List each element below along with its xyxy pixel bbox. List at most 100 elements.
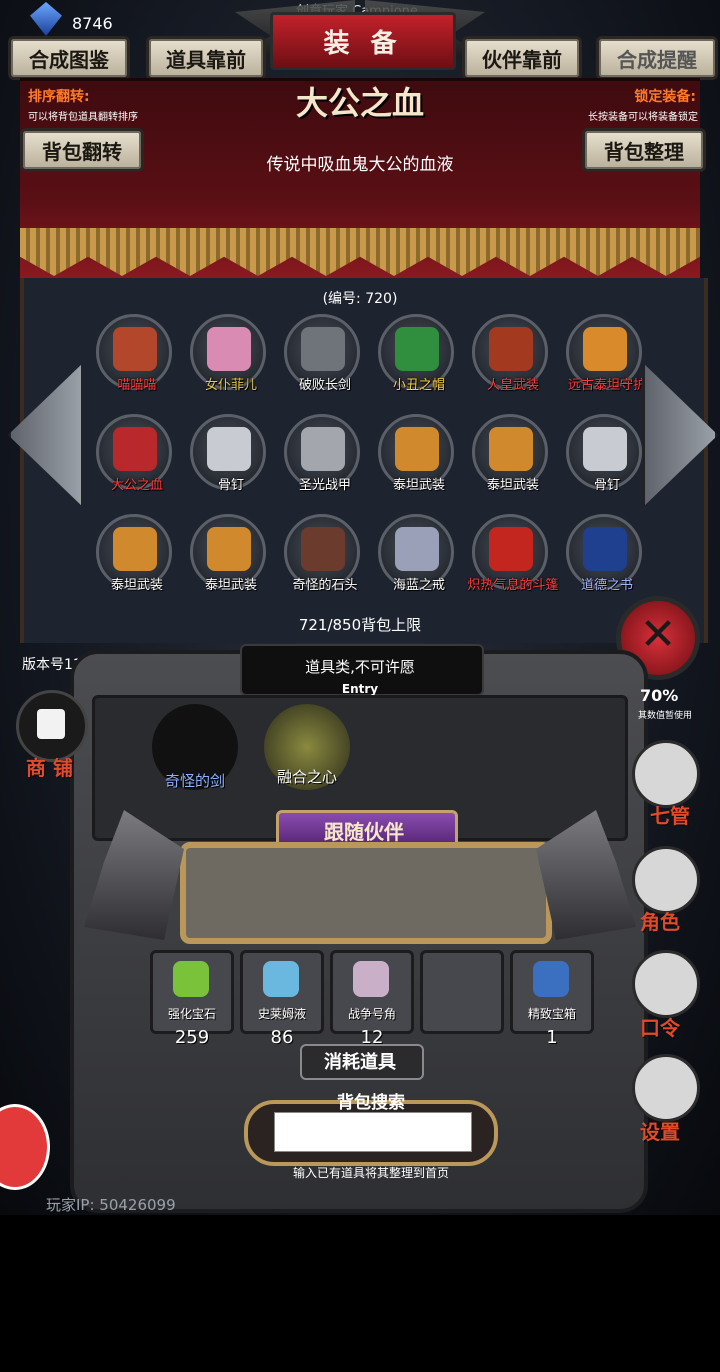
consumable-slot[interactable]: 强化宝石 259	[150, 950, 234, 1048]
inventory-item[interactable]: 泰坦武装	[472, 414, 548, 493]
consumable-slot[interactable]: 精致宝箱 1	[510, 950, 594, 1048]
tab-items-first[interactable]: 道具靠前	[146, 36, 266, 80]
item-art	[207, 327, 251, 371]
consumable-label: 史莱姆液	[257, 1007, 306, 1021]
item-art	[489, 427, 533, 471]
gem-count: 8746	[72, 14, 113, 33]
shop-icon	[37, 709, 65, 739]
item-art	[113, 527, 157, 571]
bag-capacity: 721/850背包上限	[298, 616, 422, 634]
inventory-item[interactable]: 大公之血	[96, 414, 172, 493]
item-label: 泰坦武装	[486, 478, 539, 493]
consumable-art	[353, 961, 389, 997]
inventory-item[interactable]: 女仆菲儿	[190, 314, 266, 393]
book-icon[interactable]	[632, 950, 700, 1018]
item-art	[207, 427, 251, 471]
item-art	[395, 427, 439, 471]
item-label: 喵喵喵	[117, 378, 157, 393]
percent-value: 70%	[640, 686, 679, 705]
inventory-item[interactable]: 骨钉	[190, 414, 266, 493]
consumable-label: 精致宝箱	[527, 1007, 576, 1021]
tab-partners-first[interactable]: 伙伴靠前	[462, 36, 582, 80]
consumable-art	[173, 961, 209, 997]
item-label: 奇怪的石头	[292, 578, 358, 593]
item-label: 人皇武装	[486, 378, 539, 393]
item-art	[583, 427, 627, 471]
item-art	[301, 527, 345, 571]
item-art	[301, 427, 345, 471]
item-art	[207, 527, 251, 571]
inventory-item[interactable]: 奇怪的石头	[284, 514, 360, 593]
item-label: 圣光战甲	[298, 478, 351, 493]
item-name: 大公之血	[295, 84, 424, 122]
inventory-item[interactable]: 小丑之帽	[378, 314, 454, 393]
consumable-art	[533, 961, 569, 997]
percent-hint: 其数值暂使用	[638, 711, 693, 721]
item-code: (编号: 720)	[322, 291, 398, 307]
item-label: 破败长剑	[298, 378, 351, 393]
item-label: 道德之书	[580, 578, 633, 593]
category-sub: Entry	[341, 682, 379, 696]
settings-icon[interactable]	[632, 1054, 700, 1122]
gem-icon	[30, 2, 62, 36]
profile-avatar-button[interactable]	[0, 1104, 50, 1190]
search-hint: 输入已有道具将其整理到首页	[292, 1166, 449, 1180]
inventory-item[interactable]: 道德之书	[566, 514, 642, 593]
special-item-1-label: 融合之心	[276, 768, 337, 786]
inventory-item[interactable]: 骨钉	[566, 414, 642, 493]
partner-slot[interactable]	[180, 842, 552, 944]
inventory-item[interactable]: 泰坦武装	[96, 514, 172, 593]
item-art	[395, 527, 439, 571]
inventory-item[interactable]: 远古泰坦守护	[566, 314, 646, 393]
shop-label[interactable]: 商 铺	[26, 752, 73, 781]
inventory-item[interactable]: 破败长剑	[284, 314, 360, 393]
inventory-item[interactable]: 海蓝之戒	[378, 514, 454, 593]
item-label: 女仆菲儿	[204, 378, 257, 393]
side-menu-1[interactable]: 角色	[640, 906, 680, 935]
consumable-label: 强化宝石	[167, 1007, 216, 1021]
item-art	[583, 327, 627, 371]
inventory-item[interactable]: 泰坦武装	[190, 514, 266, 593]
game-screen: 8746 创意玩家 Campione 装 备 合成图鉴 道具靠前 伙伴靠前 合成…	[0, 0, 720, 1215]
consumables-label: 消耗道具	[324, 1052, 396, 1073]
item-art	[301, 327, 345, 371]
consumable-slot[interactable]: 史莱姆液 86	[240, 950, 324, 1048]
inventory-item[interactable]: 圣光战甲	[284, 414, 360, 493]
item-label: 泰坦武装	[392, 478, 445, 493]
dice-icon[interactable]	[632, 740, 700, 808]
consumable-art	[263, 961, 299, 997]
inventory-item[interactable]: 炽热气息的斗篷	[467, 514, 559, 593]
side-menu-2[interactable]: 口令	[640, 1012, 680, 1041]
item-label: 大公之血	[110, 478, 163, 493]
page-title: 装 备	[270, 12, 456, 70]
inventory-item[interactable]: 人皇武装	[472, 314, 548, 393]
item-art	[113, 427, 157, 471]
side-menu-0[interactable]: 七管	[650, 800, 690, 829]
inventory-item[interactable]: 泰坦武装	[378, 414, 454, 493]
player-ip: 玩家IP: 50426099	[46, 1196, 176, 1214]
item-art	[489, 327, 533, 371]
item-label: 泰坦武装	[110, 578, 163, 593]
item-label: 泰坦武装	[204, 578, 257, 593]
item-label: 海蓝之戒	[392, 578, 445, 593]
item-label: 小丑之帽	[392, 378, 445, 393]
search-input[interactable]	[274, 1112, 472, 1152]
item-art	[395, 327, 439, 371]
consumable-slot[interactable]	[420, 950, 504, 1034]
item-description: 传说中吸血鬼大公的血液	[266, 155, 454, 175]
item-art	[583, 527, 627, 571]
consumable-slot[interactable]: 战争号角 12	[330, 950, 414, 1048]
item-label: 炽热气息的斗篷	[467, 578, 559, 593]
side-menu-3[interactable]: 设置	[640, 1116, 680, 1145]
consumable-count: 1	[546, 1027, 558, 1048]
tab-synthesis-guide[interactable]: 合成图鉴	[8, 36, 130, 80]
tab-synthesis-reminder[interactable]: 合成提醒	[596, 36, 718, 80]
inventory-item[interactable]: 喵喵喵	[96, 314, 172, 393]
consumable-count: 259	[174, 1027, 210, 1048]
special-item-0-label: 奇怪的剑	[164, 772, 225, 790]
follow-partner-label: 跟随伙伴	[324, 820, 404, 844]
consumable-label: 战争号角	[347, 1007, 396, 1021]
character-icon[interactable]	[632, 846, 700, 914]
search-title: 背包搜索	[337, 1093, 405, 1113]
item-label: 骨钉	[217, 478, 244, 493]
